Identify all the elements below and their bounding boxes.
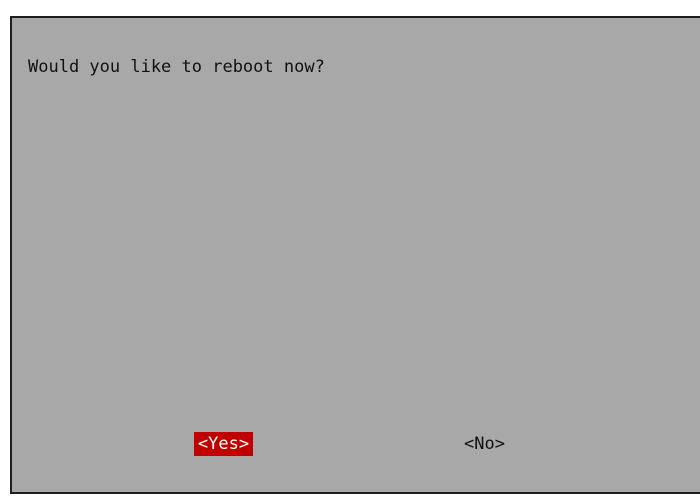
terminal-screen: Would you like to reboot now? <Yes> <No> xyxy=(0,0,700,497)
yes-button[interactable]: <Yes> xyxy=(194,432,253,456)
reboot-dialog: Would you like to reboot now? <Yes> <No> xyxy=(10,16,700,494)
dialog-message: Would you like to reboot now? xyxy=(28,57,325,77)
no-button[interactable]: <No> xyxy=(464,432,505,456)
